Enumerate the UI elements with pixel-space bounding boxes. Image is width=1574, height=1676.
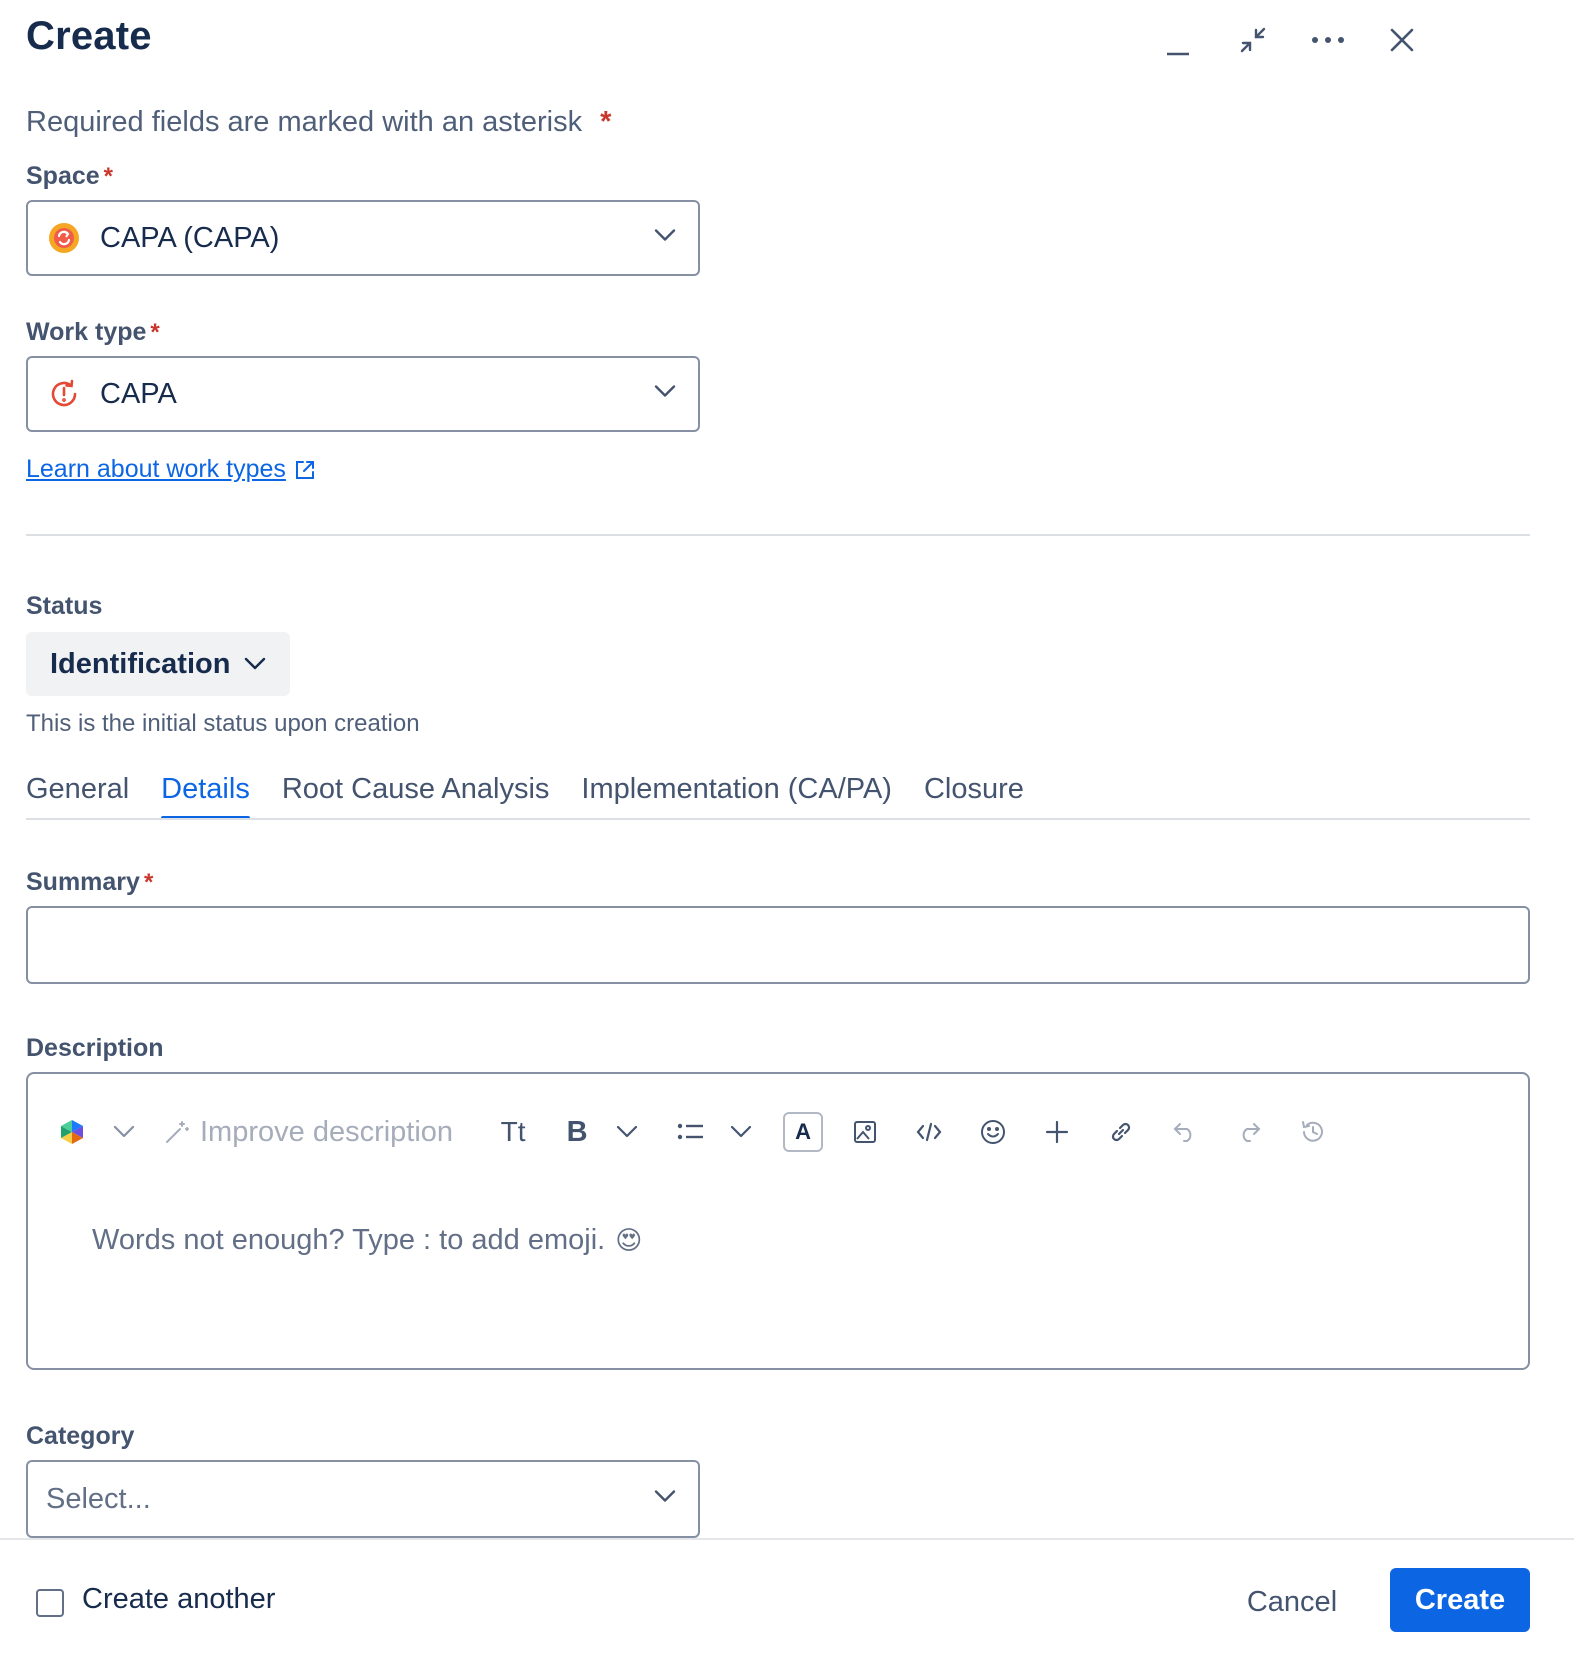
- tab-closure[interactable]: Closure: [924, 768, 1024, 820]
- code-button[interactable]: [907, 1108, 951, 1156]
- improve-description-button[interactable]: Improve description: [164, 1108, 453, 1156]
- link-button[interactable]: [1099, 1108, 1143, 1156]
- more-formatting-button[interactable]: [605, 1108, 649, 1156]
- section-divider: [26, 534, 1530, 536]
- create-another-checkbox[interactable]: [36, 1589, 64, 1617]
- description-placeholder-text: Words not enough? Type : to add emoji.: [92, 1224, 606, 1256]
- chevron-down-icon: [616, 1125, 638, 1138]
- ai-menu-button[interactable]: [102, 1108, 146, 1156]
- image-icon: [854, 1121, 877, 1143]
- history-button[interactable]: [1291, 1108, 1335, 1156]
- tabs-divider: [26, 818, 1530, 820]
- dialog-title: Create: [26, 14, 152, 58]
- improve-description-label: Improve description: [200, 1115, 454, 1148]
- chevron-down-icon: [654, 385, 676, 404]
- category-select[interactable]: Select...: [26, 1460, 700, 1538]
- description-placeholder: Words not enough? Type : to add emoji. 😍: [92, 1224, 642, 1257]
- capa-alert-icon: [48, 378, 80, 410]
- chevron-down-icon: [113, 1125, 135, 1138]
- undo-icon: [1173, 1123, 1192, 1142]
- summary-label-text: Summary: [26, 868, 140, 896]
- category-label: Category: [26, 1422, 135, 1450]
- create-another-label[interactable]: Create another: [82, 1583, 275, 1616]
- space-required-asterisk: *: [103, 163, 114, 190]
- status-value: Identification: [50, 647, 231, 680]
- summary-input[interactable]: [26, 906, 1530, 984]
- bullet-list-icon: [677, 1123, 704, 1140]
- space-label: Space *: [26, 162, 113, 191]
- collapse-button[interactable]: [1227, 14, 1279, 66]
- work-type-select[interactable]: CAPA: [26, 356, 700, 432]
- image-button[interactable]: [843, 1108, 887, 1156]
- learn-work-types-link[interactable]: Learn about work types: [26, 455, 316, 484]
- learn-work-types-text: Learn about work types: [26, 455, 286, 483]
- more-icon: [1312, 37, 1344, 43]
- work-type-value: CAPA: [100, 377, 177, 410]
- close-icon: [1390, 28, 1414, 52]
- minimize-icon: [1167, 52, 1189, 56]
- plus-icon: [1045, 1120, 1069, 1144]
- redo-button[interactable]: [1227, 1108, 1271, 1156]
- summary-label: Summary *: [26, 868, 153, 897]
- chevron-down-icon: [730, 1125, 752, 1138]
- tab-implementation[interactable]: Implementation (CA/PA): [581, 768, 892, 820]
- status-dropdown[interactable]: Identification: [26, 632, 290, 696]
- required-asterisk: *: [600, 106, 612, 138]
- magic-wand-icon: [166, 1121, 189, 1143]
- emoji-icon: [981, 1120, 1006, 1144]
- summary-required-asterisk: *: [143, 869, 154, 896]
- minimize-button[interactable]: [1152, 18, 1204, 70]
- required-note-text: Required fields are marked with an aster…: [26, 106, 583, 138]
- list-options-button[interactable]: [719, 1108, 763, 1156]
- external-link-icon: [295, 460, 314, 479]
- editor-toolbar: Improve description Tt B A: [50, 1104, 1355, 1160]
- bullet-list-button[interactable]: [669, 1108, 713, 1156]
- more-button[interactable]: [1302, 14, 1354, 66]
- undo-button[interactable]: [1163, 1108, 1207, 1156]
- ai-button[interactable]: [50, 1108, 94, 1156]
- status-label: Status: [26, 592, 103, 620]
- tab-general[interactable]: General: [26, 768, 129, 820]
- chevron-down-icon: [245, 657, 266, 670]
- insert-button[interactable]: [1035, 1108, 1079, 1156]
- space-value: CAPA (CAPA): [100, 221, 280, 254]
- link-icon: [1111, 1122, 1131, 1142]
- text-style-button[interactable]: Tt: [491, 1108, 535, 1156]
- tab-details[interactable]: Details: [161, 768, 250, 820]
- collapse-icon: [1240, 27, 1266, 53]
- close-button[interactable]: [1376, 14, 1428, 66]
- space-label-text: Space: [26, 162, 100, 190]
- text-color-button[interactable]: A: [783, 1112, 824, 1152]
- history-icon: [1302, 1121, 1323, 1142]
- category-placeholder: Select...: [46, 1482, 151, 1515]
- tab-root-cause-analysis[interactable]: Root Cause Analysis: [282, 768, 550, 820]
- work-type-label-text: Work type: [26, 318, 147, 346]
- heart-eyes-emoji: 😍: [615, 1225, 643, 1255]
- capa-space-icon: [48, 222, 80, 254]
- cancel-button[interactable]: Cancel: [1222, 1572, 1362, 1632]
- work-type-label: Work type *: [26, 318, 160, 347]
- emoji-button[interactable]: [971, 1108, 1015, 1156]
- atlassian-ai-icon: [61, 1120, 83, 1144]
- chevron-down-icon: [654, 229, 676, 248]
- create-button[interactable]: Create: [1390, 1568, 1530, 1632]
- code-icon: [916, 1122, 942, 1142]
- space-select[interactable]: CAPA (CAPA): [26, 200, 700, 276]
- work-type-required-asterisk: *: [150, 319, 160, 346]
- description-editor[interactable]: Improve description Tt B A Words not eno…: [26, 1072, 1530, 1370]
- description-label: Description: [26, 1034, 164, 1062]
- tab-list: General Details Root Cause Analysis Impl…: [26, 768, 1056, 820]
- redo-icon: [1242, 1123, 1261, 1142]
- chevron-down-icon: [654, 1490, 676, 1509]
- bold-button[interactable]: B: [555, 1108, 599, 1156]
- status-hint: This is the initial status upon creation: [26, 710, 420, 737]
- required-note: Required fields are marked with an aster…: [26, 106, 611, 139]
